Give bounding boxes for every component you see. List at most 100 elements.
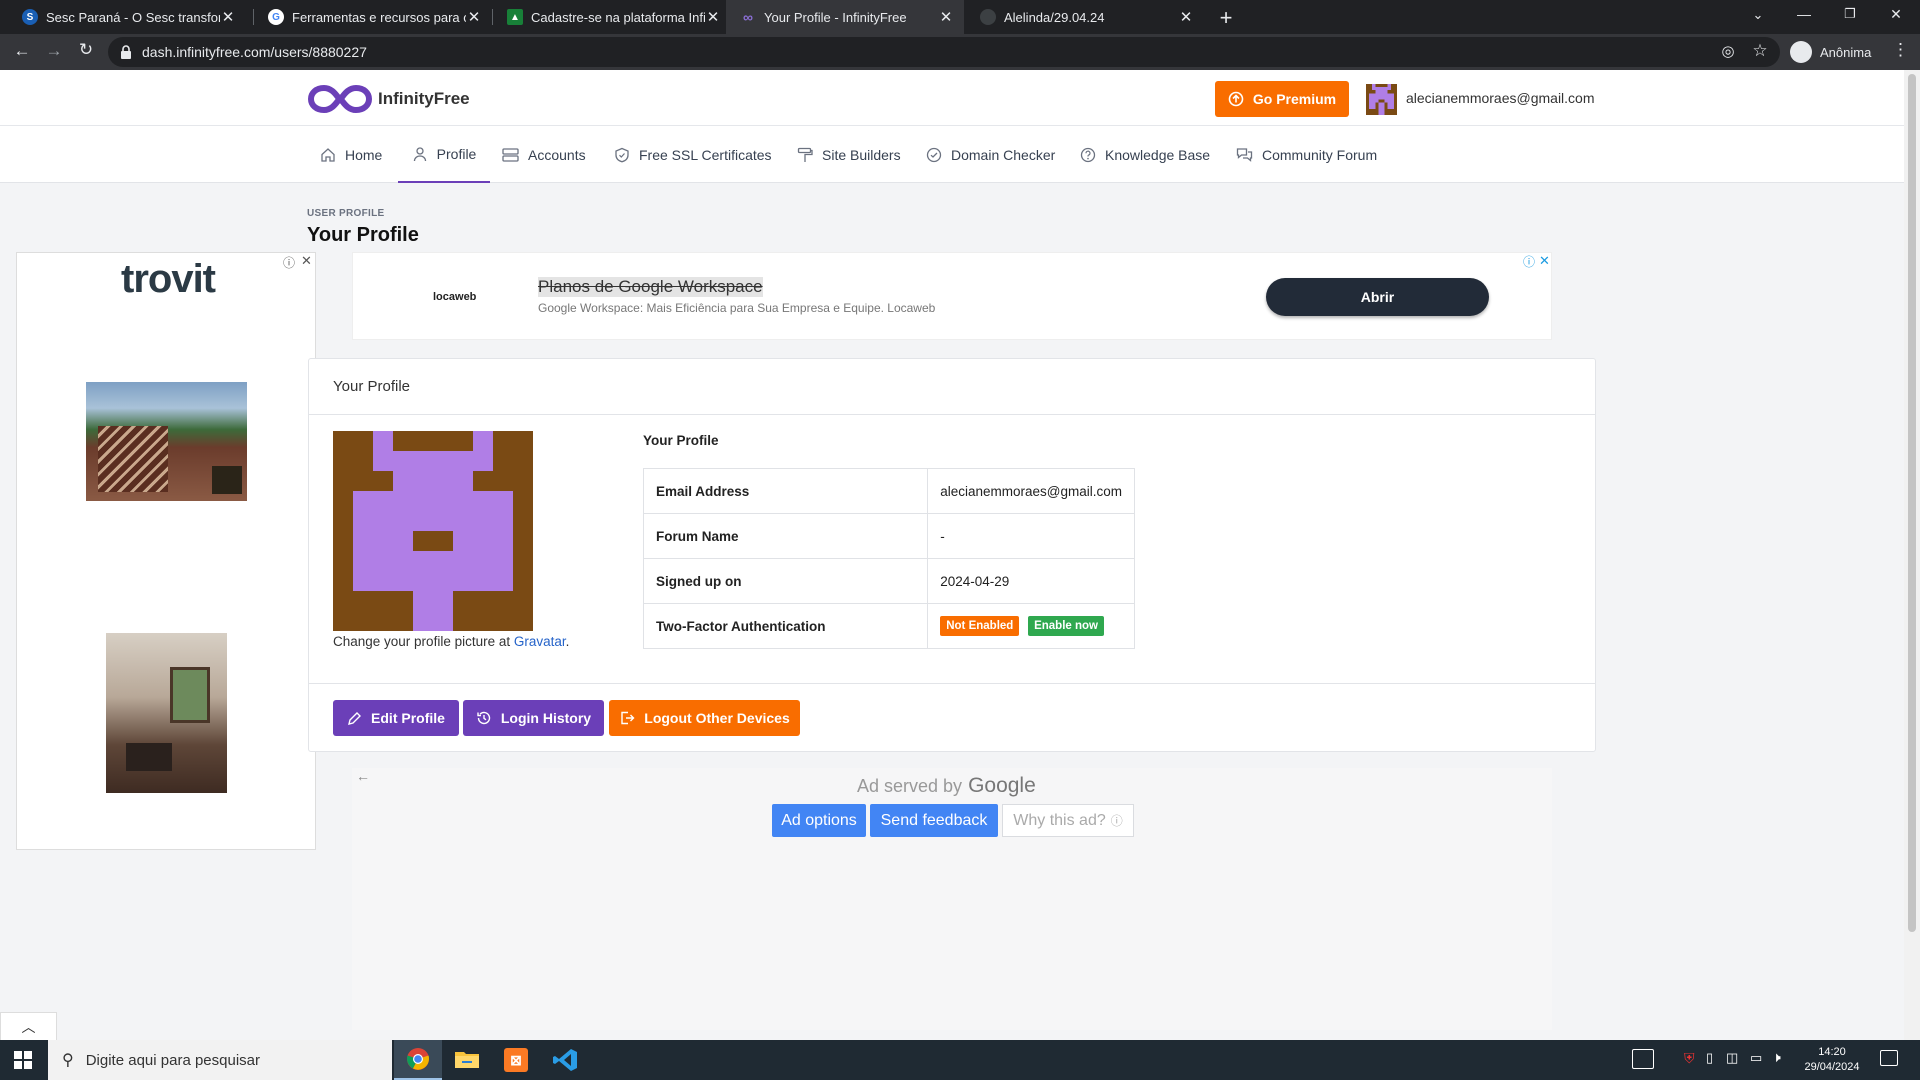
new-tab-icon[interactable]: + xyxy=(1214,5,1238,31)
ad-bottom: ← Ad served by Google Ad options Send fe… xyxy=(352,768,1552,1030)
tab-alelinda[interactable]: Alelinda/29.04.24 ✕ xyxy=(966,0,1204,34)
ad-info-icon[interactable]: ⓘ xyxy=(1523,253,1535,270)
edit-profile-label: Edit Profile xyxy=(371,710,445,726)
tab-ferramentas[interactable]: G Ferramentas e recursos para o gestor ✕ xyxy=(254,0,492,34)
windows-start-icon[interactable] xyxy=(14,1051,32,1069)
page-eyebrow: USER PROFILE xyxy=(307,208,385,219)
address-bar[interactable]: dash.infinityfree.com/users/8880227 ◎ ☆ xyxy=(108,37,1780,67)
nav-label: Site Builders xyxy=(822,146,901,163)
nav-community-forum[interactable]: Community Forum xyxy=(1236,126,1377,183)
classroom-favicon-icon: ▲ xyxy=(507,9,523,25)
back-icon[interactable]: ← xyxy=(10,41,34,61)
close-icon[interactable]: ✕ xyxy=(705,8,721,26)
send-feedback-button[interactable]: Send feedback xyxy=(870,804,998,837)
search-icon: ⚲ xyxy=(62,1052,74,1069)
url-text[interactable]: dash.infinityfree.com/users/8880227 xyxy=(142,44,367,60)
question-circle-icon xyxy=(1080,147,1096,162)
reload-icon[interactable]: ↻ xyxy=(74,40,98,60)
close-icon[interactable]: ✕ xyxy=(1178,8,1194,26)
chevron-up-icon[interactable]: ︿ xyxy=(0,1012,57,1040)
enable-2fa-button[interactable]: Enable now xyxy=(1028,616,1104,636)
eye-off-icon[interactable]: ◎ xyxy=(1718,42,1738,60)
ad-top[interactable]: locaweb Planos de Google Workspace Googl… xyxy=(352,252,1552,340)
minimize-icon[interactable]: — xyxy=(1794,6,1814,22)
paint-roller-icon xyxy=(797,147,813,162)
table-row: Email Address alecianemmoraes@gmail.com xyxy=(642,468,1135,514)
logo[interactable]: InfinityFree xyxy=(307,82,470,116)
restore-icon[interactable]: ❐ xyxy=(1840,6,1860,22)
close-icon[interactable]: ✕ xyxy=(466,8,482,26)
logo-text: InfinityFree xyxy=(378,89,470,108)
clock[interactable]: 14:20 29/04/2024 xyxy=(1800,1045,1864,1075)
infinity-favicon-icon: ∞ xyxy=(743,9,753,25)
chrome-icon[interactable] xyxy=(394,1040,442,1080)
table-row: Two-Factor Authentication Not Enabled En… xyxy=(642,603,1135,649)
sesc-favicon-icon: S xyxy=(22,9,38,25)
star-icon[interactable]: ☆ xyxy=(1750,41,1770,61)
close-icon[interactable]: ✕ xyxy=(938,8,954,26)
tab-your-profile[interactable]: ∞ Your Profile - InfinityFree ✕ xyxy=(726,0,964,34)
ad-headline[interactable]: Planos de Google Workspace xyxy=(538,277,763,297)
section-title: Your Profile xyxy=(643,433,719,448)
tab-title: Ferramentas e recursos para o gestor xyxy=(292,9,466,25)
xampp-icon[interactable]: ⊠ xyxy=(504,1048,528,1072)
user-email[interactable]: alecianemmoraes@gmail.com xyxy=(1406,90,1595,106)
ad-room-image[interactable] xyxy=(106,633,227,793)
ad-left[interactable]: trovit ⓘ ✕ xyxy=(16,252,316,850)
notifications-icon[interactable] xyxy=(1880,1050,1898,1066)
nav-home[interactable]: Home xyxy=(320,126,382,183)
profile-chip[interactable]: Anônima xyxy=(1790,38,1890,66)
gravatar-suffix: . xyxy=(565,634,570,649)
network-icon[interactable]: ▭ xyxy=(1750,1050,1762,1066)
meet-icon[interactable]: ◫ xyxy=(1726,1050,1738,1066)
nav-label: Community Forum xyxy=(1262,146,1378,163)
scroll-thumb[interactable] xyxy=(1908,74,1916,932)
battery-icon[interactable]: ▯ xyxy=(1706,1050,1713,1066)
nav-domain-checker[interactable]: Domain Checker xyxy=(926,126,1055,183)
logout-icon xyxy=(621,711,635,725)
go-premium-button[interactable]: Go Premium xyxy=(1215,81,1349,117)
keyboard-icon[interactable] xyxy=(1632,1049,1654,1069)
close-icon[interactable]: ✕ xyxy=(220,8,236,26)
taskbar-search-box[interactable]: ⚲ Digite aqui para pesquisar xyxy=(48,1040,392,1080)
ad-options-button[interactable]: Ad options xyxy=(772,804,866,837)
main-nav: Home Profile Accounts Free SSL Certifica… xyxy=(0,126,1904,183)
close-window-icon[interactable]: ✕ xyxy=(1886,6,1906,23)
gravatar-note: Change your profile picture at Gravatar. xyxy=(333,634,569,649)
forward-icon[interactable]: → xyxy=(42,41,66,61)
file-explorer-icon[interactable] xyxy=(454,1048,480,1070)
avatar[interactable] xyxy=(1366,84,1397,115)
login-history-button[interactable]: Login History xyxy=(463,700,604,736)
why-this-ad-button[interactable]: Why this ad? ⓘ xyxy=(1002,804,1134,837)
edit-profile-button[interactable]: Edit Profile xyxy=(333,700,459,736)
gravatar-link[interactable]: Gravatar xyxy=(514,634,566,649)
ad-close-icon[interactable]: ✕ xyxy=(1539,253,1550,269)
ad-info-icon[interactable]: ⓘ xyxy=(283,254,295,271)
security-icon[interactable]: ⛨ xyxy=(1684,1050,1695,1067)
google-favicon-icon: G xyxy=(268,9,284,25)
ad-house-image[interactable] xyxy=(86,382,247,501)
menu-icon[interactable]: ⋮ xyxy=(1892,40,1909,60)
tab-title: Cadastre-se na plataforma Infinity xyxy=(531,9,705,25)
tab-sesc[interactable]: S Sesc Paraná - O Sesc transforma ✕ xyxy=(8,0,246,34)
chevron-down-icon[interactable]: ⌄ xyxy=(1748,7,1768,23)
nav-ssl[interactable]: Free SSL Certificates xyxy=(614,126,772,183)
ad-close-icon[interactable]: ✕ xyxy=(301,253,312,269)
ad-open-button[interactable]: Abrir xyxy=(1266,278,1489,316)
nav-profile[interactable]: Profile xyxy=(398,126,490,183)
tab-cadastre[interactable]: ▲ Cadastre-se na plataforma Infinity ✕ xyxy=(493,0,731,34)
vscode-icon[interactable] xyxy=(552,1048,578,1072)
row-key-signup: Signed up on xyxy=(642,558,929,604)
lock-icon[interactable] xyxy=(120,45,132,59)
nav-accounts[interactable]: Accounts xyxy=(502,126,586,183)
card-header: Your Profile xyxy=(309,359,1595,415)
nav-knowledge-base[interactable]: Knowledge Base xyxy=(1080,126,1210,183)
browser-toolbar: ← → ↻ dash.infinityfree.com/users/888022… xyxy=(0,34,1920,70)
history-icon xyxy=(477,711,491,725)
nav-label: Domain Checker xyxy=(951,146,1056,163)
logout-other-devices-button[interactable]: Logout Other Devices xyxy=(609,700,800,736)
nav-site-builders[interactable]: Site Builders xyxy=(797,126,901,183)
ad-description: Google Workspace: Mais Eficiência para S… xyxy=(538,301,936,315)
volume-icon[interactable]: 🕨 xyxy=(1772,1049,1781,1066)
ad-back-icon[interactable]: ← xyxy=(356,768,370,784)
